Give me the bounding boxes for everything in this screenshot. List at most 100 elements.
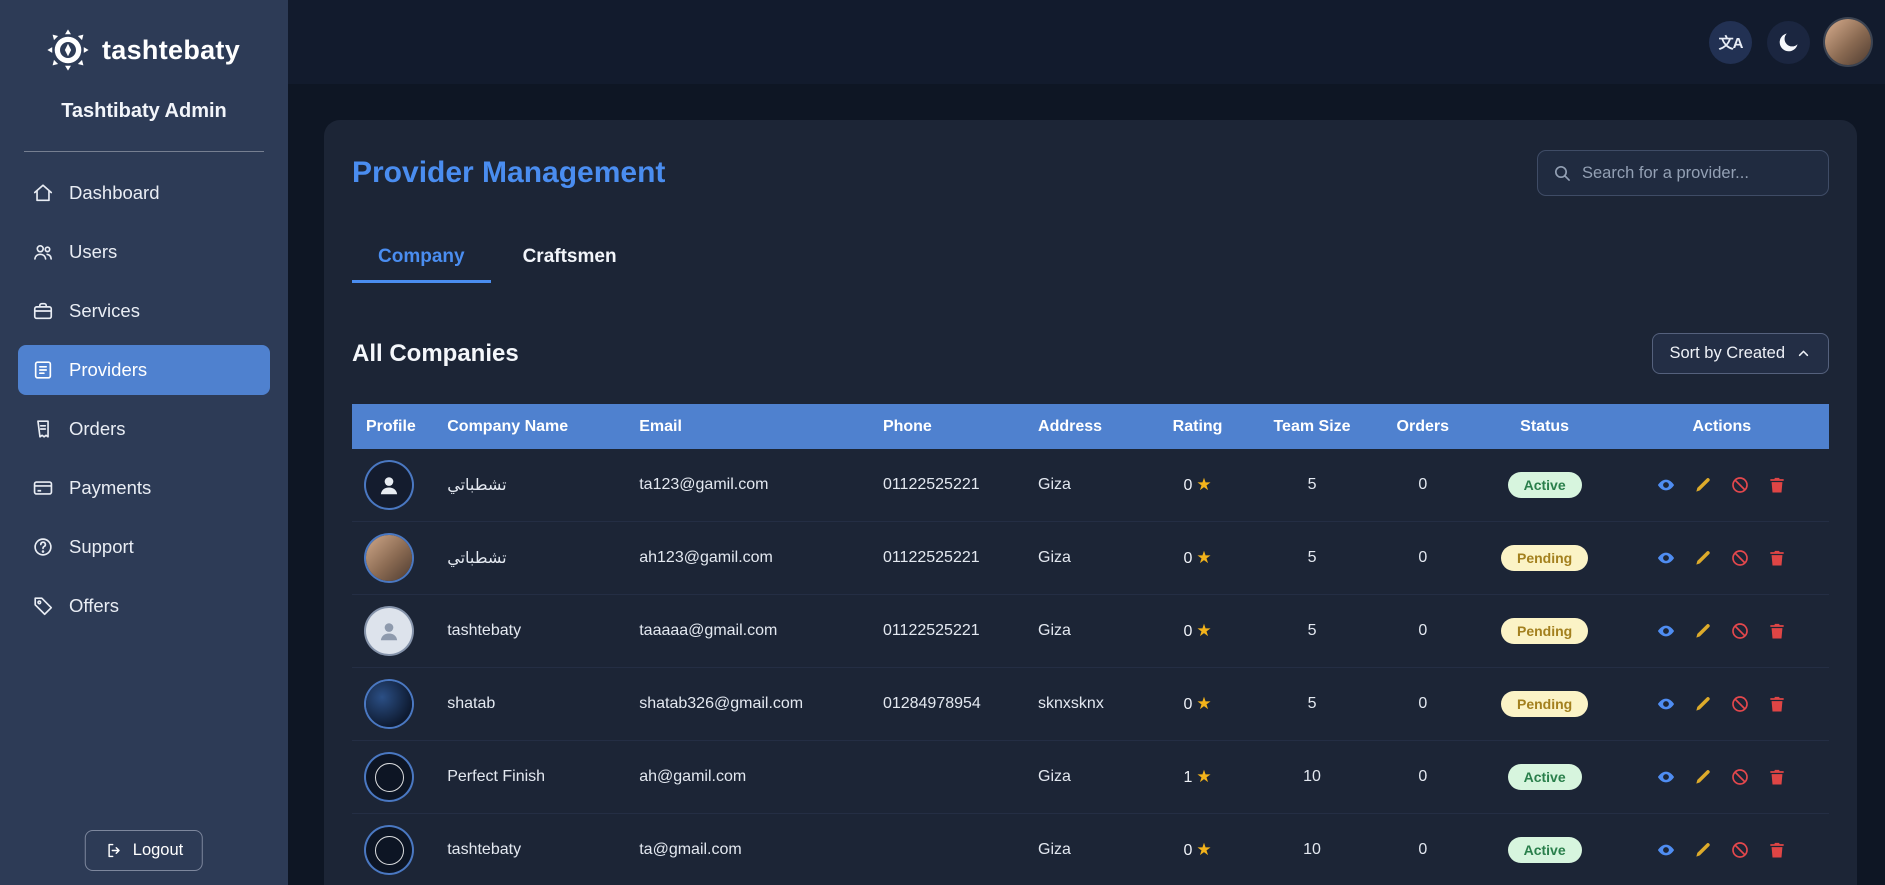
block-button[interactable] — [1730, 694, 1750, 714]
edit-button[interactable] — [1693, 767, 1713, 787]
view-button[interactable] — [1656, 694, 1676, 714]
profile-cell — [352, 462, 433, 508]
delete-button[interactable] — [1767, 475, 1787, 495]
sidebar-item-payments[interactable]: Payments — [18, 463, 270, 513]
tab-craftsmen[interactable]: Craftsmen — [497, 246, 643, 283]
phone-cell: 01122525221 — [882, 549, 980, 566]
offers-icon — [32, 595, 54, 617]
view-button[interactable] — [1656, 767, 1676, 787]
address-cell: Giza — [1038, 768, 1071, 785]
orders-cell: 0 — [1418, 695, 1428, 712]
gear-logo-icon — [46, 28, 90, 72]
phone-cell: 01122525221 — [882, 476, 980, 493]
sidebar-item-support[interactable]: Support — [18, 522, 270, 572]
block-button[interactable] — [1730, 621, 1750, 641]
column-header: Status — [1520, 417, 1570, 435]
chevron-up-icon — [1795, 345, 1812, 362]
view-button[interactable] — [1656, 548, 1676, 568]
edit-button[interactable] — [1693, 840, 1713, 860]
column-header: Phone — [882, 417, 932, 435]
edit-button[interactable] — [1693, 621, 1713, 641]
sort-by-created-button[interactable]: Sort by Created — [1652, 333, 1829, 374]
company-name-cell: tashtebaty — [447, 841, 522, 858]
sidebar-item-label: Dashboard — [69, 182, 160, 203]
profile-cell — [352, 754, 433, 800]
delete-button[interactable] — [1767, 621, 1787, 641]
sidebar-item-dashboard[interactable]: Dashboard — [18, 168, 270, 218]
profile-cell — [352, 535, 433, 581]
sidebar-divider — [24, 151, 264, 152]
company-name-cell: تشطباتي — [447, 550, 507, 567]
logout-icon — [105, 841, 124, 860]
block-button[interactable] — [1730, 548, 1750, 568]
actions-cell — [1615, 548, 1829, 568]
company-name-cell: shatab — [447, 695, 496, 712]
services-icon — [32, 300, 54, 322]
sidebar-item-services[interactable]: Services — [18, 286, 270, 336]
column-header: Email — [639, 417, 682, 435]
company-avatar — [366, 827, 412, 873]
column-header: Profile — [366, 417, 416, 435]
status-cell: Pending — [1474, 691, 1614, 717]
edit-button[interactable] — [1693, 548, 1713, 568]
rating-cell: 1 ★ — [1183, 767, 1212, 786]
delete-button[interactable] — [1767, 694, 1787, 714]
edit-button[interactable] — [1693, 475, 1713, 495]
table-row: تشطباتي ta123@gamil.com 01122525221 Giza 0 ★ 5… — [352, 449, 1829, 522]
email-cell: ah123@gamil.com — [639, 549, 773, 566]
delete-button[interactable] — [1767, 767, 1787, 787]
company-name-cell: تشطباتي — [447, 477, 507, 494]
sidebar-item-providers[interactable]: Providers — [18, 345, 270, 395]
section-title: All Companies — [352, 339, 519, 367]
orders-cell: 0 — [1418, 841, 1428, 858]
companies-table: Profile Company Name Email Phone Address Rati… — [352, 404, 1829, 885]
table-row: tashtebaty ta@gmail.com Giza 0 ★ 10 0 Active — [352, 814, 1829, 885]
user-avatar[interactable] — [1825, 19, 1871, 65]
view-button[interactable] — [1656, 840, 1676, 860]
view-button[interactable] — [1656, 475, 1676, 495]
sidebar-item-label: Support — [69, 536, 134, 557]
status-cell: Active — [1474, 472, 1614, 498]
tabs: Company Craftsmen — [352, 246, 1829, 283]
delete-button[interactable] — [1767, 548, 1787, 568]
sidebar-item-label: Offers — [69, 595, 120, 616]
payments-icon — [32, 477, 54, 499]
view-button[interactable] — [1656, 621, 1676, 641]
edit-button[interactable] — [1693, 694, 1713, 714]
dark-mode-moon-icon[interactable] — [1767, 20, 1810, 64]
sidebar-item-orders[interactable]: Orders — [18, 404, 270, 454]
team-size-cell: 5 — [1307, 476, 1317, 493]
admin-title: Tashtibaty Admin — [61, 100, 227, 122]
profile-cell — [352, 827, 433, 873]
sidebar-item-label: Providers — [69, 359, 148, 380]
email-cell: ta@gmail.com — [639, 841, 742, 858]
delete-button[interactable] — [1767, 840, 1787, 860]
star-icon: ★ — [1196, 694, 1212, 713]
sidebar-item-users[interactable]: Users — [18, 227, 270, 277]
logout-button[interactable]: Logout — [84, 830, 204, 871]
rating-cell: 0 ★ — [1183, 840, 1212, 859]
sidebar-item-offers[interactable]: Offers — [18, 581, 270, 631]
email-cell: shatab326@gmail.com — [639, 695, 804, 712]
translate-icon[interactable]: 文A — [1709, 20, 1752, 64]
table-row: تشطباتي ah123@gamil.com 01122525221 Giza 0 ★ 5… — [352, 522, 1829, 595]
users-icon — [32, 241, 54, 263]
block-button[interactable] — [1730, 767, 1750, 787]
actions-cell — [1615, 840, 1829, 860]
star-icon: ★ — [1196, 475, 1212, 494]
block-button[interactable] — [1730, 840, 1750, 860]
actions-cell — [1615, 475, 1829, 495]
team-size-cell: 10 — [1303, 841, 1321, 858]
block-button[interactable] — [1730, 475, 1750, 495]
company-avatar — [366, 535, 412, 581]
status-badge: Pending — [1501, 545, 1589, 571]
status-cell: Pending — [1474, 618, 1614, 644]
star-icon: ★ — [1196, 621, 1212, 640]
column-header: Team Size — [1273, 417, 1351, 435]
tab-company[interactable]: Company — [352, 246, 491, 283]
support-icon — [32, 536, 54, 558]
rating-cell: 0 ★ — [1183, 694, 1212, 713]
search-input[interactable] — [1582, 163, 1814, 183]
rating-cell: 0 ★ — [1183, 475, 1212, 494]
status-cell: Active — [1474, 837, 1614, 863]
